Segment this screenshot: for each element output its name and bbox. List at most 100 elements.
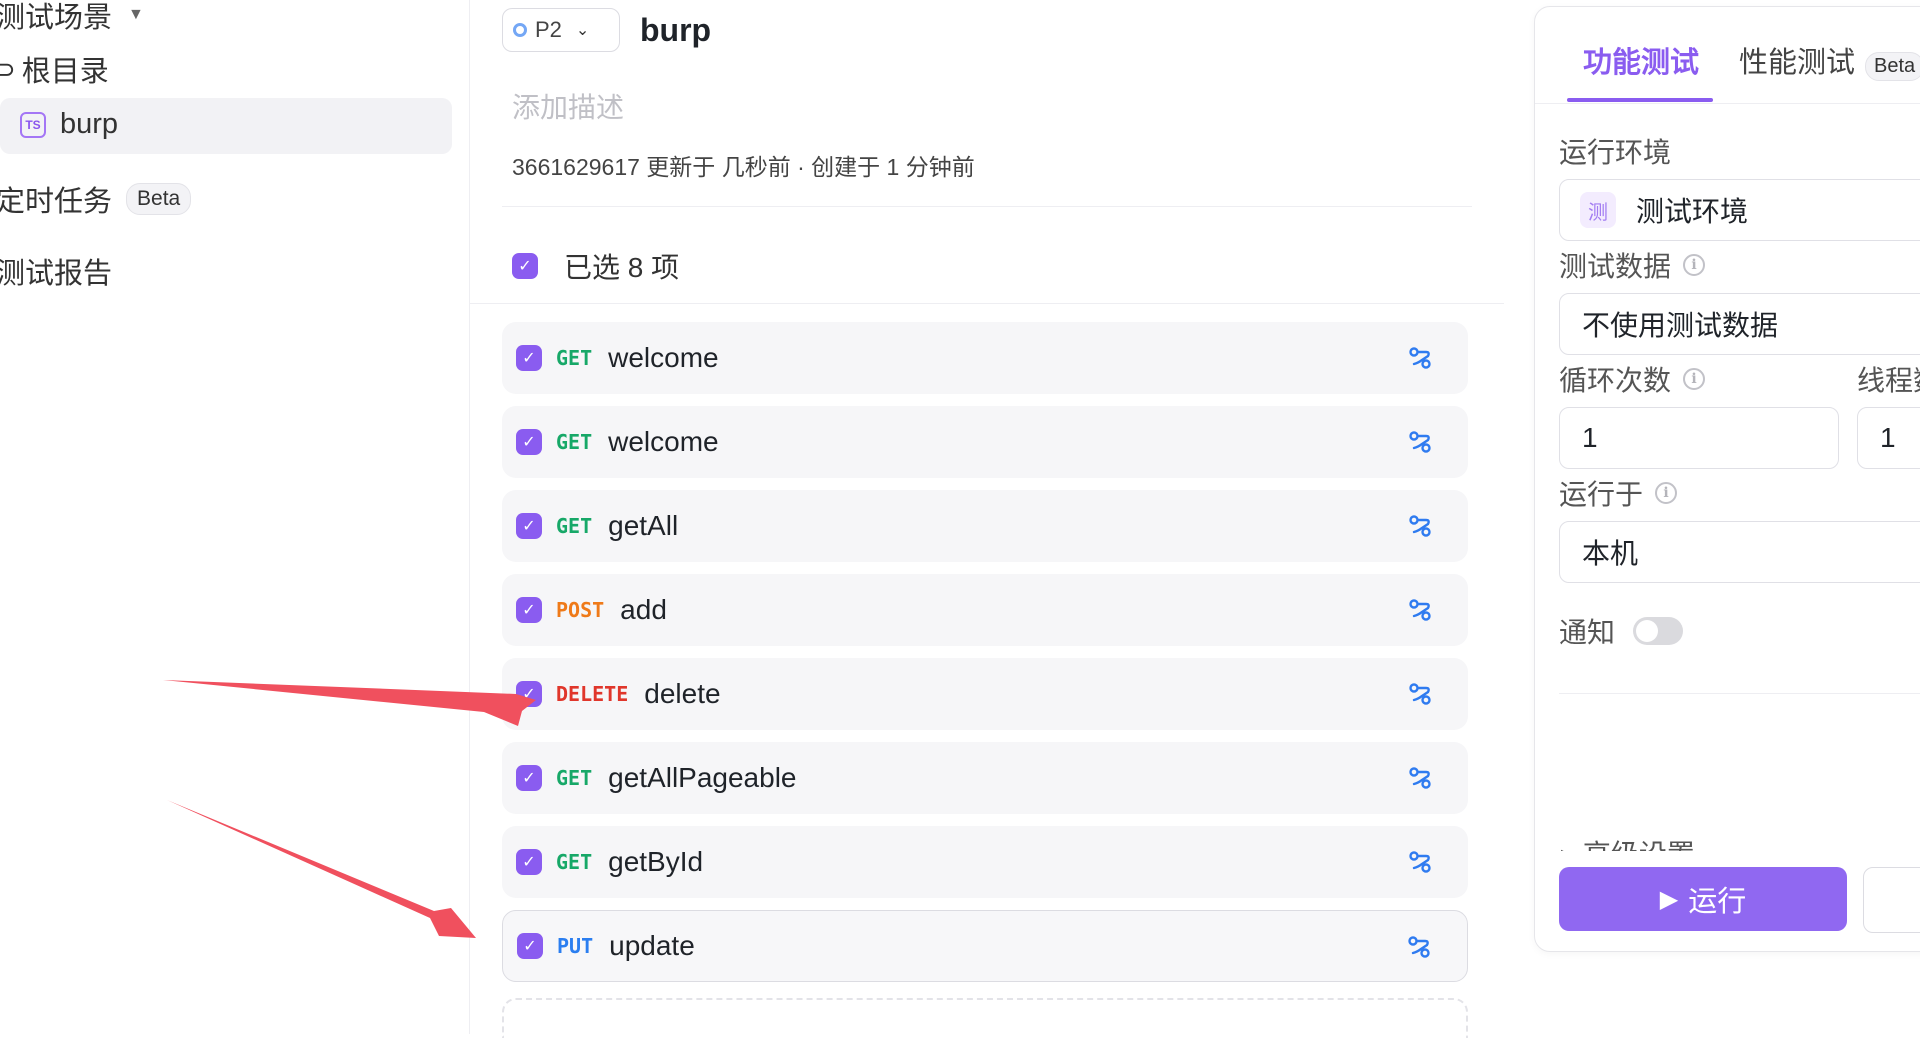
- api-name: welcome: [608, 426, 719, 457]
- check-icon[interactable]: ✓: [517, 933, 543, 959]
- env-label: 运行环境: [1559, 131, 1671, 171]
- http-method-badge: GET: [556, 346, 593, 370]
- field-label: 循环次数: [1559, 365, 1672, 396]
- api-row[interactable]: ✓ GET welcome: [502, 322, 1468, 394]
- http-method-badge: GET: [556, 430, 593, 454]
- check-icon[interactable]: ✓: [516, 765, 542, 791]
- api-name: add: [620, 594, 667, 625]
- field-label: 通知: [1559, 617, 1616, 648]
- divider: [1559, 693, 1920, 694]
- divider: [502, 206, 1472, 207]
- http-method-badge: GET: [556, 766, 593, 790]
- check-icon[interactable]: ✓: [516, 681, 542, 707]
- field-label: 测试数据: [1559, 251, 1672, 282]
- threads-input[interactable]: 1: [1857, 407, 1920, 469]
- beta-badge: Beta: [126, 183, 192, 215]
- run-button-label: 运行: [1688, 886, 1747, 918]
- branch-link-icon[interactable]: [1406, 344, 1434, 372]
- folder-icon: ⊃: [0, 54, 16, 85]
- threads-label: 线程数: [1857, 359, 1920, 399]
- run-button[interactable]: ▶ 运行: [1559, 867, 1847, 931]
- sidebar: 测试场景 ▼ ⊃ 根目录 TS burp 定时任务 Beta 测试报告: [0, 0, 470, 1034]
- scenario-main: P2 ⌄ burp 添加描述 3661629617 更新于 几秒前 · 创建于 …: [470, 0, 1504, 1038]
- branch-link-icon[interactable]: [1406, 512, 1434, 540]
- add-step-placeholder[interactable]: [502, 998, 1468, 1038]
- api-row[interactable]: ✓ PUT update: [502, 910, 1468, 982]
- caret-down-icon: ▼: [128, 6, 144, 23]
- field-label: 运行环境: [1559, 137, 1672, 168]
- check-icon[interactable]: ✓: [516, 345, 542, 371]
- active-tab-indicator: [1567, 98, 1713, 102]
- env-badge: 测: [1580, 192, 1616, 228]
- http-method-badge: PUT: [557, 934, 594, 958]
- divider: [470, 303, 1504, 304]
- sidebar-item-scenarios[interactable]: 测试场景 ▼: [0, 0, 144, 36]
- loop-count-input[interactable]: 1: [1559, 407, 1839, 469]
- info-icon[interactable]: i: [1683, 368, 1706, 390]
- run-on-select[interactable]: 本机: [1559, 521, 1920, 583]
- threads-value: 1: [1880, 422, 1896, 453]
- notify-toggle[interactable]: [1633, 617, 1684, 645]
- loop-count-value: 1: [1582, 422, 1598, 453]
- sidebar-item-scheduled-tasks[interactable]: 定时任务 Beta: [0, 178, 192, 220]
- description-input[interactable]: 添加描述: [512, 86, 624, 126]
- api-row[interactable]: ✓ POST add: [502, 574, 1468, 646]
- check-icon[interactable]: ✓: [512, 253, 538, 279]
- loop-count-label: 循环次数 i: [1559, 359, 1706, 399]
- run-on-value: 本机: [1582, 538, 1639, 569]
- api-row[interactable]: ✓ GET getAllPageable: [502, 742, 1468, 814]
- http-method-badge: POST: [556, 598, 605, 622]
- beta-badge: Beta: [1865, 52, 1920, 81]
- api-name: welcome: [608, 342, 719, 373]
- api-row[interactable]: ✓ GET getById: [502, 826, 1468, 898]
- api-row[interactable]: ✓ GET getAll: [502, 490, 1468, 562]
- check-icon[interactable]: ✓: [516, 597, 542, 623]
- info-icon[interactable]: i: [1655, 482, 1678, 504]
- panel-tabs: 功能测试 性能测试 Beta: [1535, 7, 1920, 104]
- branch-link-icon[interactable]: [1406, 596, 1434, 624]
- env-value: 测试环境: [1636, 196, 1749, 227]
- priority-select[interactable]: P2 ⌄: [502, 8, 620, 52]
- api-name: getAll: [608, 510, 679, 541]
- field-label: 运行于: [1559, 479, 1644, 510]
- test-data-select[interactable]: 不使用测试数据: [1559, 293, 1920, 355]
- api-list: ✓ GET welcome ✓ GET welcome ✓ GET getAll ✓ POST add…: [502, 322, 1468, 994]
- check-icon[interactable]: ✓: [516, 513, 542, 539]
- branch-link-icon[interactable]: [1406, 428, 1434, 456]
- api-row[interactable]: ✓ GET welcome: [502, 406, 1468, 478]
- sidebar-item-label: 定时任务: [0, 186, 113, 218]
- check-icon[interactable]: ✓: [516, 849, 542, 875]
- tab-performance-test[interactable]: 性能测试 Beta: [1739, 39, 1920, 81]
- env-select[interactable]: 测 测试环境: [1559, 179, 1920, 241]
- info-icon[interactable]: i: [1683, 254, 1706, 276]
- api-row[interactable]: ✓ DELETE delete: [502, 658, 1468, 730]
- sidebar-item-root[interactable]: ⊃ 根目录: [0, 48, 109, 90]
- run-on-label: 运行于 i: [1559, 473, 1678, 513]
- priority-value: P2: [535, 17, 562, 42]
- http-method-badge: DELETE: [556, 682, 629, 706]
- run-config-panel: 功能测试 性能测试 Beta 运行环境 测 测试环境 测试数据 i 不使用测试数据…: [1534, 6, 1920, 952]
- branch-link-icon[interactable]: [1406, 764, 1434, 792]
- branch-link-icon[interactable]: [1406, 848, 1434, 876]
- play-icon: ▶: [1659, 885, 1679, 913]
- sidebar-item-label: 测试场景: [0, 2, 113, 34]
- api-name: getById: [608, 846, 704, 877]
- branch-link-icon[interactable]: [1406, 680, 1434, 708]
- sidebar-item-burp[interactable]: TS burp: [20, 108, 118, 141]
- tab-label: 性能测试: [1739, 47, 1856, 79]
- api-name: getAllPageable: [608, 762, 797, 793]
- test-data-label: 测试数据 i: [1559, 245, 1706, 285]
- chevron-down-icon: ⌄: [575, 22, 590, 39]
- sidebar-item-reports[interactable]: 测试报告: [0, 250, 112, 292]
- sidebar-item-label: 测试报告: [0, 258, 113, 290]
- scenario-title[interactable]: burp: [640, 12, 711, 49]
- check-icon[interactable]: ✓: [516, 429, 542, 455]
- selection-count: 已选 8 项: [564, 252, 680, 283]
- tab-functional-test[interactable]: 功能测试: [1583, 39, 1699, 81]
- secondary-action-button[interactable]: [1863, 867, 1920, 933]
- select-all-row[interactable]: ✓ 已选 8 项: [512, 246, 679, 286]
- branch-link-icon[interactable]: [1405, 933, 1433, 961]
- advanced-label: 高级设置: [1583, 839, 1695, 851]
- test-data-value: 不使用测试数据: [1582, 310, 1779, 341]
- advanced-settings-toggle[interactable]: ▸ 高级设置: [1561, 833, 1695, 851]
